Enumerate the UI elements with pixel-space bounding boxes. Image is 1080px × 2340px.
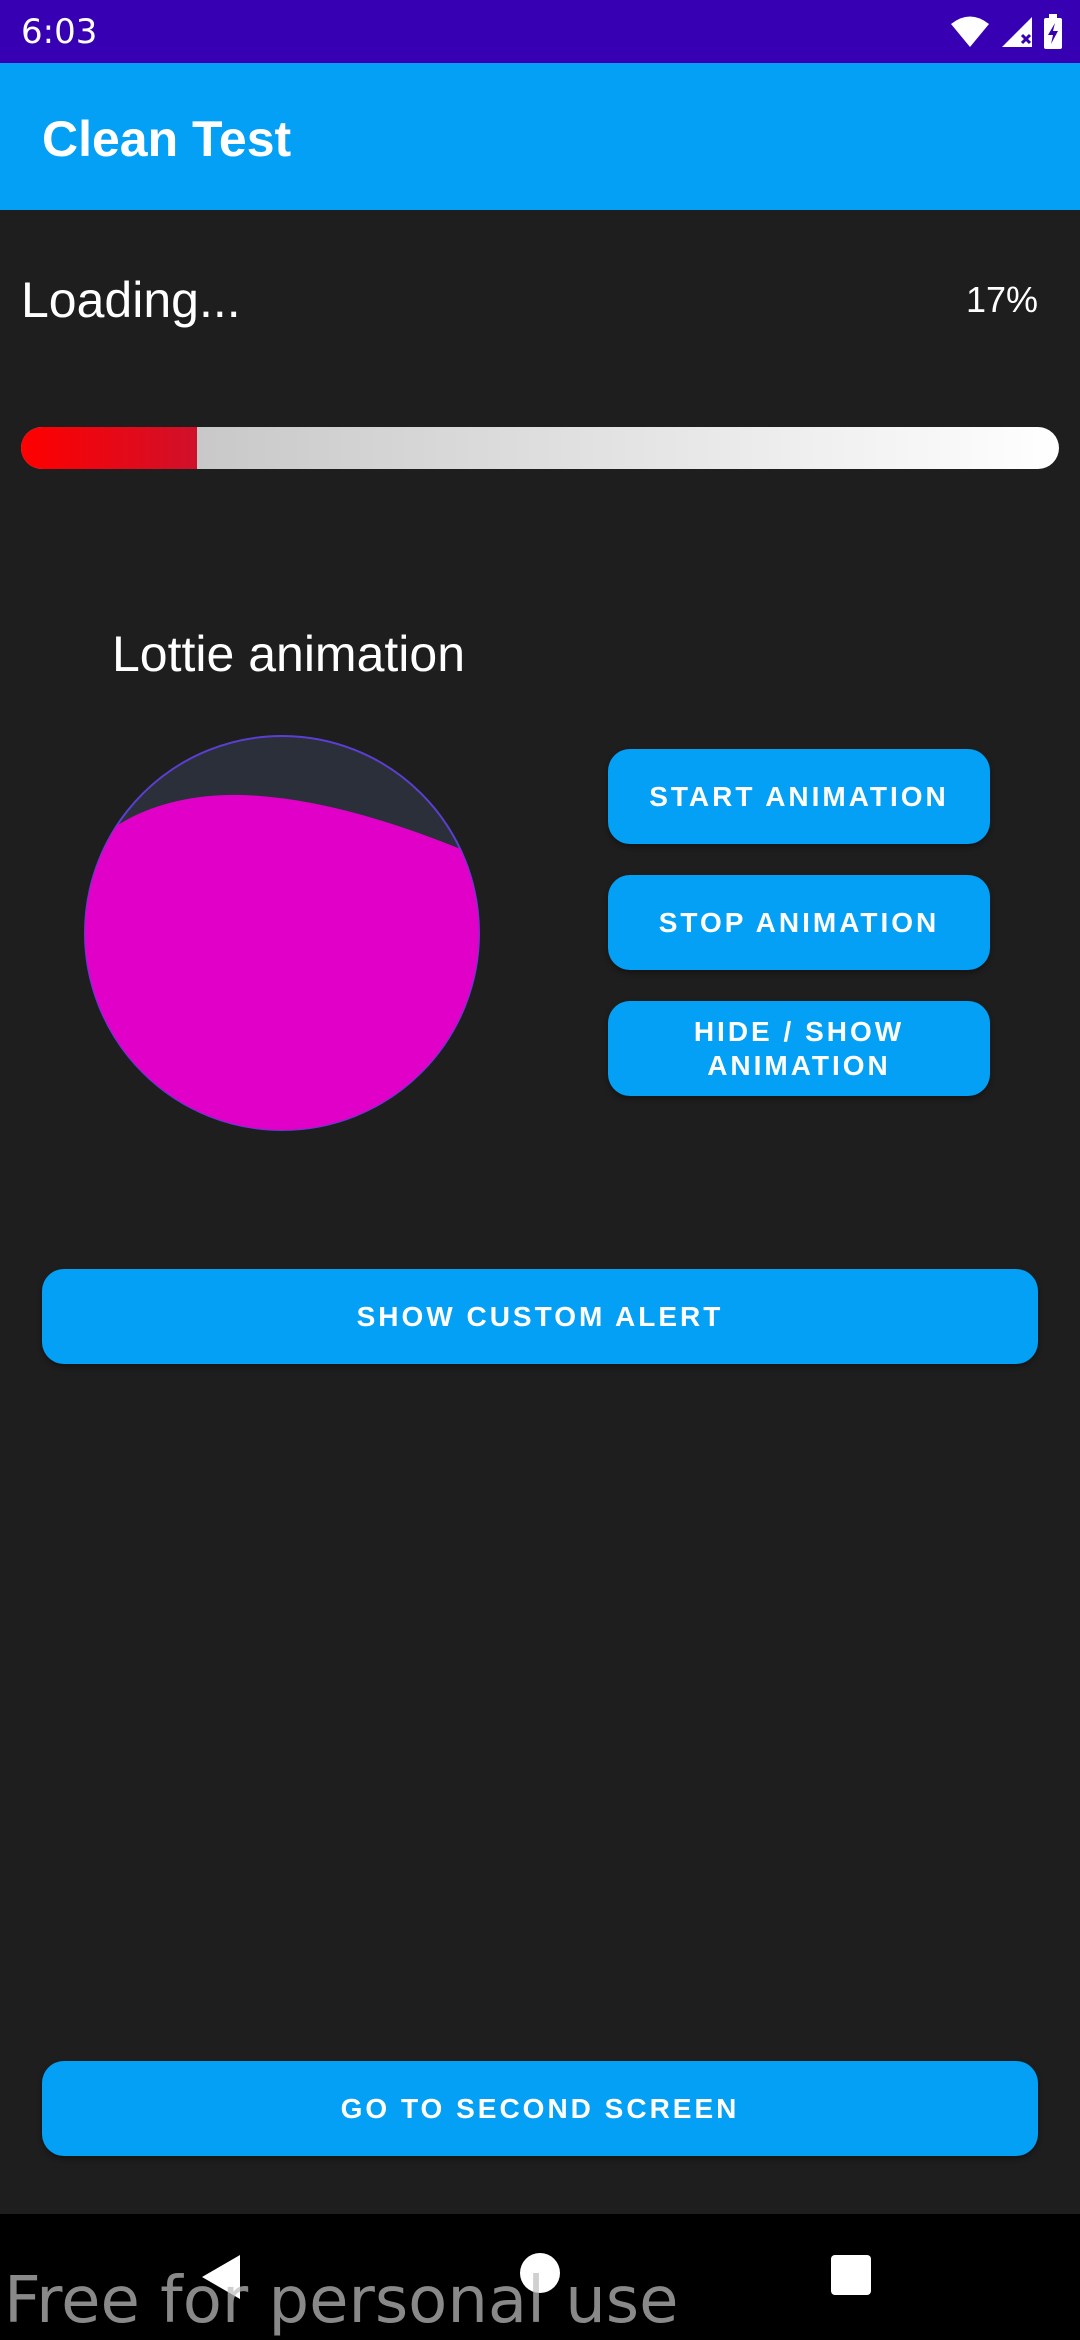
progress-bar xyxy=(21,427,1059,469)
start-animation-button[interactable]: START ANIMATION xyxy=(608,749,990,844)
hide-show-animation-button[interactable]: HIDE / SHOW ANIMATION xyxy=(608,1001,990,1096)
recents-icon[interactable] xyxy=(831,2255,871,2295)
progress-percent: 17% xyxy=(965,279,1038,320)
cell-signal-icon xyxy=(1002,17,1032,47)
watermark: Free for personal use xyxy=(4,2264,679,2338)
loading-label: Loading... xyxy=(21,272,241,328)
stop-animation-button[interactable]: STOP ANIMATION xyxy=(608,875,990,970)
status-bar: 6:03 xyxy=(0,0,1080,63)
status-time: 6:03 xyxy=(21,12,98,52)
lottie-wave-fill xyxy=(85,794,479,1130)
lottie-animation xyxy=(84,735,480,1131)
go-to-second-screen-button[interactable]: GO TO SECOND SCREEN xyxy=(42,2061,1038,2156)
status-icons xyxy=(950,12,1064,52)
show-custom-alert-button[interactable]: SHOW CUSTOM ALERT xyxy=(42,1269,1038,1364)
app-bar: Clean Test xyxy=(0,63,1080,210)
lottie-title: Lottie animation xyxy=(112,626,466,682)
app-title: Clean Test xyxy=(42,111,292,167)
wifi-icon xyxy=(951,16,989,47)
progress-fill xyxy=(21,427,198,469)
battery-charging-icon xyxy=(1044,14,1062,49)
